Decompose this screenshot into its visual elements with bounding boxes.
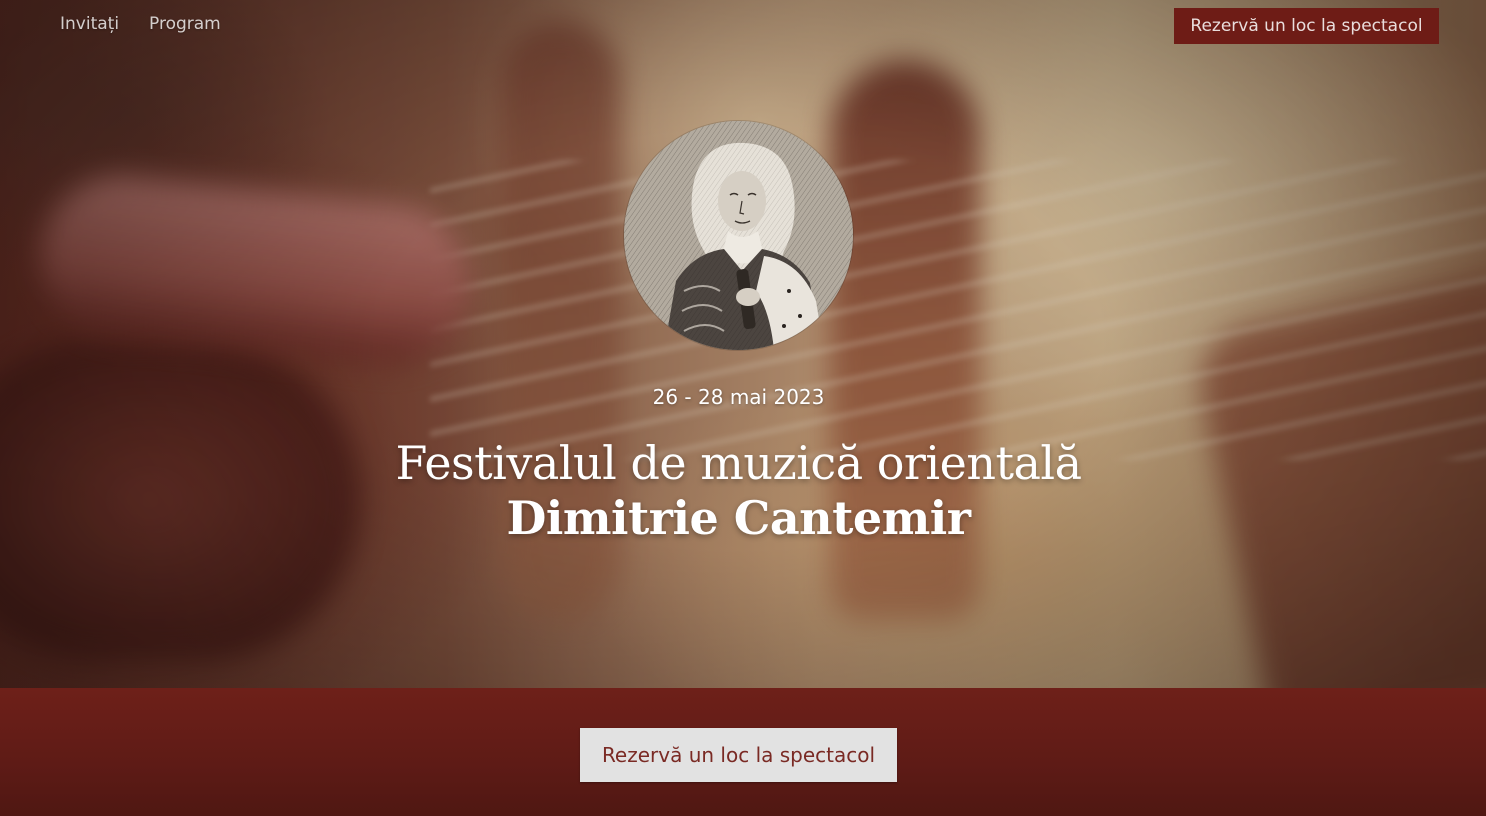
hero-section: 26 - 28 mai 2023 Festivalul de muzică or… bbox=[0, 0, 1486, 688]
festival-title-line1: Festivalul de muzică orientală bbox=[395, 436, 1082, 490]
top-navigation: Invitați Program Rezervă un loc la spect… bbox=[0, 0, 1486, 52]
nav-link-program[interactable]: Program bbox=[149, 14, 221, 34]
festival-title-line2: Dimitrie Cantemir bbox=[506, 491, 971, 545]
reservation-band: Rezervă un loc la spectacol bbox=[0, 688, 1486, 816]
portrait-image bbox=[624, 121, 853, 350]
nav-reserve-button[interactable]: Rezervă un loc la spectacol bbox=[1174, 8, 1439, 44]
landing-page: 26 - 28 mai 2023 Festivalul de muzică or… bbox=[0, 0, 1486, 816]
nav-link-invitati[interactable]: Invitați bbox=[60, 14, 119, 34]
portrait-engraving-icon bbox=[624, 121, 853, 350]
reserve-seat-button[interactable]: Rezervă un loc la spectacol bbox=[580, 728, 897, 782]
festival-date: 26 - 28 mai 2023 bbox=[652, 385, 825, 409]
festival-title: Festivalul de muzică orientală Dimitrie … bbox=[0, 436, 1477, 546]
